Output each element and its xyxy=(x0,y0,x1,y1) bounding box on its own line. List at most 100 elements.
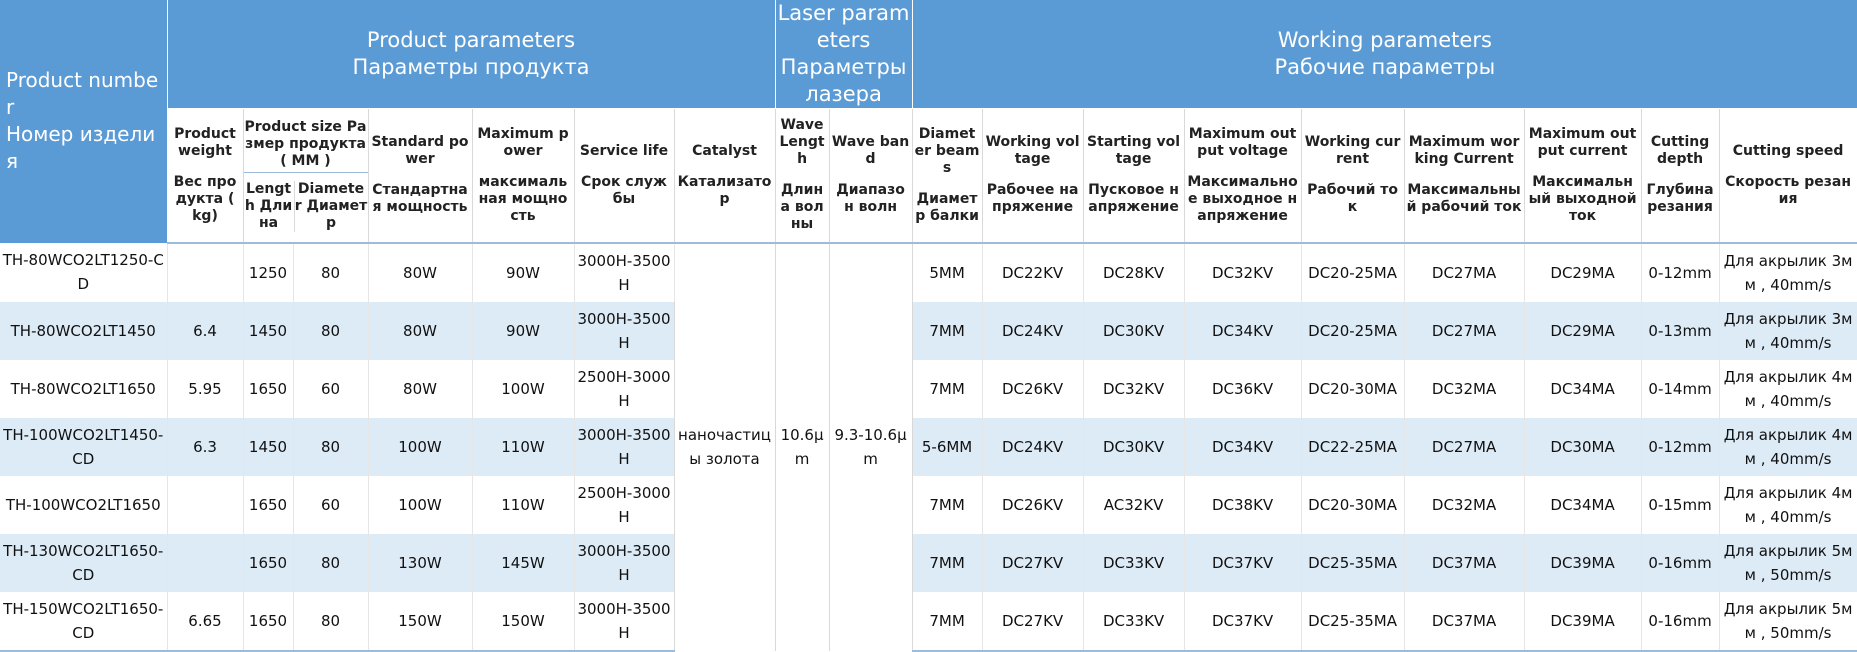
max-working-current-cell: DC32MA xyxy=(1404,475,1525,534)
max-output-voltage-cell: DC34KV xyxy=(1184,417,1302,476)
max-working-current-cell: DC37MA xyxy=(1404,533,1525,592)
product-weight-header: Product weight Вес продукта ( kg) xyxy=(167,108,244,244)
table-row: TH-100WCO2LT1650 1650 60 100W 110W 2500H-3000… xyxy=(0,475,1857,534)
diameter-cell: 80 xyxy=(293,591,369,652)
maximum-power-header: Maximum power максимальная мощность xyxy=(472,108,575,244)
working-voltage-cell: DC27KV xyxy=(982,591,1084,652)
max-output-current-cell: DC39MA xyxy=(1524,591,1642,652)
model-cell: TH-80WCO2LT1650 xyxy=(0,359,168,418)
model-cell: TH-80WCO2LT1450 xyxy=(0,301,168,360)
service-life-cell: 3000H-3500H xyxy=(574,301,675,360)
cutting-speed-cell: Для акрылик 3мм , 40mm/s xyxy=(1719,301,1857,360)
weight-cell xyxy=(167,475,244,534)
max-output-current-header: Maximum output current Максимальный выход… xyxy=(1524,108,1642,244)
service-life-cell: 3000H-3500H xyxy=(574,591,675,652)
diameter-header: Diameter Диаметр xyxy=(294,180,368,231)
starting-voltage-header: Starting voltage Пусковое напряжение xyxy=(1083,108,1185,244)
product-parameters-header: Product parameters Параметры продукта xyxy=(166,0,776,109)
product-size-header: Product size Размер продукта ( MM ) Leng… xyxy=(243,108,369,244)
max-output-current-cell: DC29MA xyxy=(1524,301,1642,360)
diameter-beams-cell: 5MM xyxy=(912,242,983,302)
max-output-voltage-cell: DC32KV xyxy=(1184,242,1302,302)
length-cell: 1450 xyxy=(243,301,294,360)
standard-power-cell: 80W xyxy=(368,301,473,360)
cutting-speed-cell: Для акрылик 5мм , 50mm/s xyxy=(1719,591,1857,652)
cutting-speed-cell: Для акрылик 4мм , 40mm/s xyxy=(1719,417,1857,476)
max-working-current-cell: DC27MA xyxy=(1404,242,1525,302)
max-output-voltage-header: Maximum output voltage Максимальное выход… xyxy=(1184,108,1302,244)
wave-length-cell: 10.6μm xyxy=(774,242,830,651)
maximum-power-cell: 110W xyxy=(472,417,575,476)
diameter-cell: 80 xyxy=(293,417,369,476)
max-output-current-cell: DC39MA xyxy=(1524,533,1642,592)
cutting-depth-cell: 0-16mm xyxy=(1641,533,1720,592)
model-cell: TH-130WCO2LT1650-CD xyxy=(0,533,168,592)
max-output-voltage-cell: DC34KV xyxy=(1184,301,1302,360)
diameter-beams-cell: 7MM xyxy=(912,475,983,534)
max-output-current-cell: DC34MA xyxy=(1524,475,1642,534)
max-working-current-cell: DC27MA xyxy=(1404,301,1525,360)
working-current-cell: DC20-30MA xyxy=(1301,359,1405,418)
length-cell: 1650 xyxy=(243,533,294,592)
starting-voltage-cell: DC28KV xyxy=(1083,242,1185,302)
weight-cell: 6.3 xyxy=(167,417,244,476)
diameter-beams-cell: 7MM xyxy=(912,359,983,418)
standard-power-cell: 150W xyxy=(368,591,473,652)
service-life-cell: 3000H-3500H xyxy=(574,417,675,476)
laser-parameters-header: Laser parameters Параметры лазера xyxy=(774,0,913,109)
wave-band-cell: 9.3-10.6μm xyxy=(828,242,913,651)
cutting-speed-cell: Для акрылик 4мм , 40mm/s xyxy=(1719,475,1857,534)
starting-voltage-cell: DC33KV xyxy=(1083,533,1185,592)
wave-band-header: Wave band Диапазон волн xyxy=(829,108,913,244)
max-output-current-cell: DC30MA xyxy=(1524,417,1642,476)
cutting-speed-cell: Для акрылик 4мм , 40mm/s xyxy=(1719,359,1857,418)
diameter-cell: 60 xyxy=(293,475,369,534)
working-current-cell: DC25-35MA xyxy=(1301,591,1405,652)
max-output-current-cell: DC29MA xyxy=(1524,242,1642,302)
working-voltage-header: Working voltage Рабочее напряжение xyxy=(982,108,1084,244)
cutting-depth-cell: 0-12mm xyxy=(1641,242,1720,302)
diameter-beams-cell: 7MM xyxy=(912,301,983,360)
catalyst-header: Catalyst Катализатор xyxy=(674,108,776,244)
working-current-header: Working current Рабочий ток xyxy=(1301,108,1405,244)
working-voltage-cell: DC24KV xyxy=(982,417,1084,476)
working-parameters-header: Working parameters Рабочие параметры xyxy=(911,0,1857,109)
cutting-depth-cell: 0-14mm xyxy=(1641,359,1720,418)
table-row: TH-80WCO2LT1250-CD 1250 80 80W 90W 3000H-3500… xyxy=(0,242,1857,651)
working-current-cell: DC20-25MA xyxy=(1301,301,1405,360)
service-life-header: Service life Срок службы xyxy=(574,108,675,244)
max-working-current-cell: DC32MA xyxy=(1404,359,1525,418)
cutting-speed-header: Cutting speed Скорость резания xyxy=(1719,108,1857,244)
cutting-speed-cell: Для акрылик 5мм , 50mm/s xyxy=(1719,533,1857,592)
max-output-voltage-cell: DC36KV xyxy=(1184,359,1302,418)
standard-power-cell: 130W xyxy=(368,533,473,592)
working-current-cell: DC22-25MA xyxy=(1301,417,1405,476)
maximum-power-cell: 110W xyxy=(472,475,575,534)
working-voltage-cell: DC22KV xyxy=(982,242,1084,302)
diameter-beams-header: Diameter beams Диаметр балки xyxy=(912,108,983,244)
cutting-depth-cell: 0-13mm xyxy=(1641,301,1720,360)
diameter-cell: 80 xyxy=(293,301,369,360)
max-output-voltage-cell: DC38KV xyxy=(1184,475,1302,534)
maximum-power-cell: 150W xyxy=(472,591,575,652)
cutting-speed-cell: Для акрылик 3мм , 40mm/s xyxy=(1719,242,1857,302)
model-cell: TH-150WCO2LT1650-CD xyxy=(0,591,168,652)
length-cell: 1650 xyxy=(243,591,294,652)
standard-power-cell: 100W xyxy=(368,475,473,534)
service-life-cell: 2500H-3000H xyxy=(574,359,675,418)
table-row: TH-150WCO2LT1650-CD 6.65 1650 80 150W 150W 300… xyxy=(0,591,1857,652)
length-cell: 1450 xyxy=(243,417,294,476)
cutting-depth-cell: 0-16mm xyxy=(1641,591,1720,652)
diameter-cell: 80 xyxy=(293,533,369,592)
wave-length-header: Wave Length Длина волны xyxy=(775,108,830,244)
table-row: TH-100WCO2LT1450-CD 6.3 1450 80 100W 110W 3000… xyxy=(0,417,1857,476)
catalyst-cell: наночастицы золота xyxy=(673,242,776,651)
table-row: TH-80WCO2LT1650 5.95 1650 60 80W 100W 2500H-30… xyxy=(0,359,1857,418)
max-working-current-cell: DC37MA xyxy=(1404,591,1525,652)
starting-voltage-cell: DC30KV xyxy=(1083,301,1185,360)
standard-power-cell: 80W xyxy=(368,242,473,302)
cutting-depth-header: Cutting depth Глубина резания xyxy=(1641,108,1720,244)
working-voltage-cell: DC26KV xyxy=(982,475,1084,534)
maximum-power-cell: 90W xyxy=(472,301,575,360)
table-row: TH-80WCO2LT1450 6.4 1450 80 80W 90W 3000H-3500… xyxy=(0,301,1857,360)
